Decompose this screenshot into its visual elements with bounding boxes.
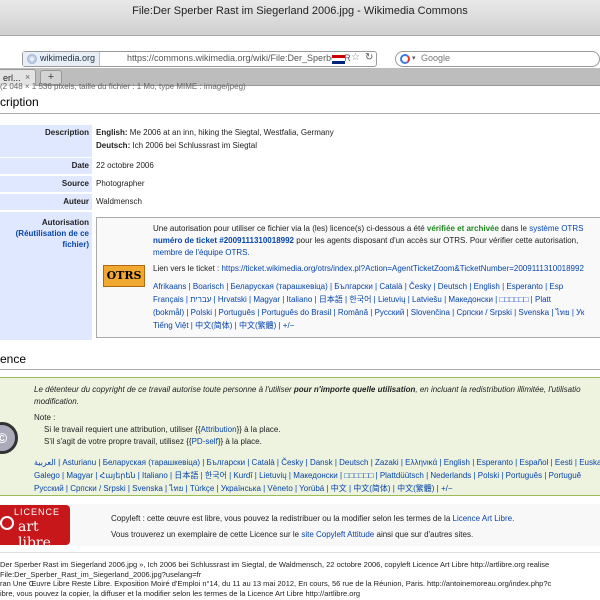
art-libre-logo[interactable]: LICENCE art libre	[0, 505, 70, 551]
ticket-number-link[interactable]: numéro de ticket #2009111310018992	[153, 236, 294, 245]
verified-link[interactable]: vérifiée et archivée	[427, 224, 499, 233]
footer-line: ran Une Œuvre Libre Reste Libre. Exposit…	[0, 579, 552, 588]
copyleft-attitude-link[interactable]: site Copyleft Attitude	[301, 530, 374, 539]
ticket-url-link[interactable]: https://ticket.wikimedia.org/otrs/index.…	[221, 264, 583, 273]
section-heading-licence: ence	[0, 352, 27, 366]
divider	[0, 113, 600, 114]
divider	[0, 369, 600, 370]
label-author: Auteur	[0, 194, 92, 210]
lang-de: Deutsch:	[96, 141, 131, 150]
autorisation-title: Autorisation	[41, 218, 89, 227]
art-libre-text: Vous trouverez un exemplaire de cette Li…	[111, 530, 302, 539]
label-autorisation: Autorisation (Réutilisation de ce fichie…	[0, 212, 92, 340]
globe-icon	[27, 54, 37, 64]
clipped-file-info: (2 048 × 1 536 pixels, taille du fichier…	[0, 82, 246, 91]
description-deutsch: Deutsch: Ich 2006 bei Schlussrast im Sie…	[96, 141, 257, 150]
licence-line-2: modification.	[34, 397, 79, 406]
language-links-row[interactable]: Galego | Magyar | Հայերեն | Italiano | 日…	[34, 469, 600, 482]
reuse-link[interactable]: (Réutilisation de ce	[0, 228, 89, 239]
value-source: Photographer	[96, 179, 145, 188]
description-english: English: Me 2006 at an inn, hiking the S…	[96, 128, 334, 137]
licence-emphasis: pour n'importe quelle utilisation	[293, 385, 416, 394]
ticket-label: Lien vers le ticket :	[153, 264, 222, 273]
language-links-row[interactable]: Français | עברית | Hrvatski | Magyar | I…	[153, 293, 600, 306]
tab-close-icon[interactable]: ×	[25, 72, 30, 82]
licence-note-1: Si le travail requiert une attribution, …	[44, 425, 281, 434]
otrs-text: dans le	[498, 224, 530, 233]
note-text: }} à la place.	[236, 425, 281, 434]
note-text: }} à la place.	[217, 437, 262, 446]
copyright-cc-icon: ©	[0, 422, 18, 454]
logo-text: LICENCE	[14, 507, 61, 517]
licence-note: Note :	[34, 413, 56, 422]
google-icon	[400, 54, 410, 64]
window-title: File:Der Sperber Rast im Siegerland 2006…	[132, 5, 468, 17]
otrs-member-link[interactable]: membre de l'équipe OTRS.	[153, 248, 250, 257]
pd-self-link[interactable]: PD-self	[192, 437, 218, 446]
licence-line-1: Le détenteur du copyright de ce travail …	[34, 385, 581, 394]
address-bar[interactable]: wikimedia.org https://commons.wikimedia.…	[22, 51, 377, 67]
description-en-text: Me 2006 at an inn, hiking the Siegtal, W…	[127, 128, 334, 137]
art-libre-text: ainsi que sur d'autres sites.	[374, 530, 474, 539]
description-de-text: Ich 2006 bei Schlussrast im Siegtal	[130, 141, 257, 150]
value-date: 22 octobre 2006	[96, 161, 154, 170]
licence-note-2: S'il s'agit de votre propre travail, uti…	[44, 437, 262, 446]
otrs-text: Une autorisation pour utiliser ce fichie…	[153, 224, 427, 233]
otrs-permission-box: OTRS Une autorisation pour utiliser ce f…	[96, 217, 600, 338]
art-libre-line-2: Vous trouverez un exemplaire de cette Li…	[111, 530, 473, 539]
licence-art-libre-link[interactable]: Licence Art Libre	[453, 514, 513, 523]
reuse-link-2[interactable]: fichier)	[0, 239, 89, 250]
search-placeholder: Google	[421, 53, 451, 63]
site-identity-badge[interactable]: wikimedia.org	[23, 52, 101, 66]
label-description: Description	[0, 125, 92, 157]
footer-line: Der Sperber Rast im Siegerland 2006.jpg …	[0, 560, 550, 569]
otrs-line-1: Une autorisation pour utiliser ce fichie…	[153, 224, 583, 233]
licence-text: Le détenteur du copyright de ce travail …	[34, 385, 294, 394]
footer-line: File:Der_Sperber_Rast_im_Siegerland_2006…	[0, 569, 202, 579]
ticket-line: Lien vers le ticket : https://ticket.wik…	[153, 264, 584, 273]
language-links-row[interactable]: (bokmål) | Polski | Português | Portuguê…	[153, 306, 600, 319]
otrs-text: pour les agents disposant d'un accès sur…	[294, 236, 579, 245]
note-text: S'il s'agit de votre propre travail, uti…	[44, 437, 192, 446]
art-libre-ring-icon	[0, 516, 14, 530]
label-source: Source	[0, 176, 92, 192]
bookmark-star-icon[interactable]: ☆	[351, 52, 360, 63]
art-libre-line-1: Copyleft : cette œuvre est libre, vous p…	[111, 514, 514, 523]
otrs-logo[interactable]: OTRS	[103, 265, 145, 287]
url-text[interactable]: https://commons.wikimedia.org/wiki/File:…	[127, 53, 351, 63]
search-input[interactable]: ▾ Google	[395, 51, 600, 67]
licence-box: © Le détenteur du copyright de ce travai…	[0, 377, 600, 496]
chevron-down-icon[interactable]: ▾	[412, 54, 416, 62]
otrs-system-link[interactable]: système OTRS	[529, 224, 583, 233]
label-date: Date	[0, 158, 92, 174]
site-badge-label: wikimedia.org	[40, 53, 96, 63]
language-links-row[interactable]: العربية | Asturianu | Беларуская (тарашк…	[34, 456, 600, 469]
art-libre-text: Copyleft : cette œuvre est libre, vous p…	[111, 514, 453, 523]
art-libre-text: .	[512, 514, 515, 523]
reload-icon[interactable]: ↻	[365, 52, 373, 63]
divider	[0, 552, 600, 553]
otrs-line-2: numéro de ticket #2009111310018992 pour …	[153, 236, 578, 245]
caption-footer: Der Sperber Rast im Siegerland 2006.jpg …	[0, 560, 600, 598]
licence-language-list: العربية | Asturianu | Беларуская (тарашк…	[34, 456, 600, 495]
uk-flag-icon	[332, 55, 345, 64]
value-author: Waldmensch	[96, 197, 142, 206]
licence-text: , en incluant la redistribution illimité…	[415, 385, 581, 394]
logo-text: art libre	[18, 519, 51, 551]
language-links-row[interactable]: Русский | Српски / Srpski | Svenska | ไท…	[34, 482, 600, 495]
section-heading-description: cription	[0, 95, 39, 109]
language-links-row[interactable]: Afrikaans | Boarisch | Беларуская (тараш…	[153, 280, 600, 293]
note-text: Si le travail requiert une attribution, …	[44, 425, 201, 434]
window-titlebar: File:Der Sperber Rast im Siegerland 2006…	[0, 0, 600, 36]
attribution-link[interactable]: Attribution	[201, 425, 237, 434]
otrs-language-list: Afrikaans | Boarisch | Беларуская (тараш…	[153, 280, 600, 332]
art-libre-box: LICENCE art libre Copyleft : cette œuvre…	[0, 504, 600, 551]
lang-en: English:	[96, 128, 128, 137]
footer-line: ibre, vous pouvez la copier, la diffuser…	[0, 588, 361, 598]
language-links-row[interactable]: Tiếng Việt | 中文(简体) | 中文(繁體) | +/−	[153, 319, 600, 332]
